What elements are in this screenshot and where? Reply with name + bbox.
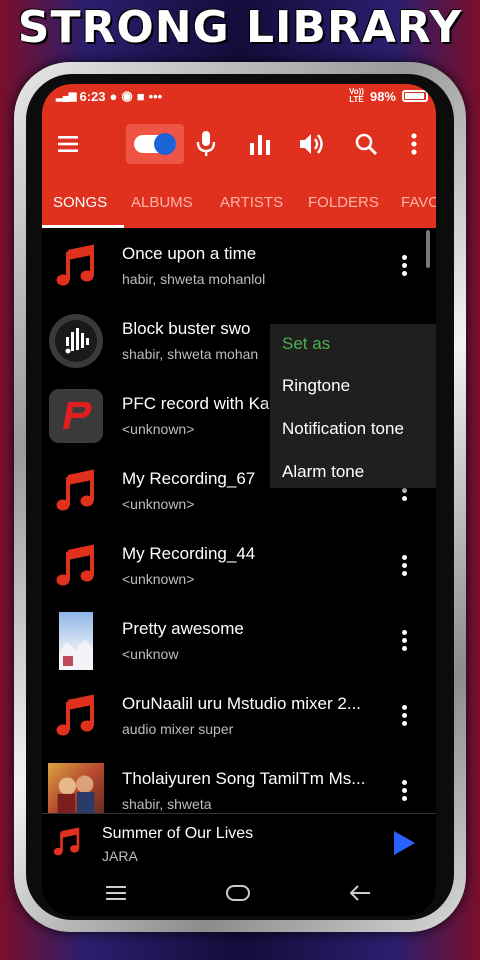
menu-icon[interactable]	[50, 126, 86, 162]
tab-folders[interactable]: FOLDERS	[308, 180, 379, 211]
toggle-switch[interactable]	[126, 124, 184, 164]
more-vert-icon[interactable]	[392, 250, 416, 280]
song-artist: habir, shweta mohanlol	[122, 271, 266, 287]
tab-songs[interactable]: SONGS	[53, 180, 107, 211]
song-artist: shabir, shweta	[122, 796, 212, 812]
song-list[interactable]: Once upon a time habir, shweta mohanlol …	[42, 228, 436, 813]
menu-item-notification-tone[interactable]: Notification tone	[282, 419, 404, 439]
audio-cut-icon	[48, 313, 104, 369]
battery-icon	[402, 90, 428, 102]
list-item[interactable]: My Recording_44 <unknown>	[42, 528, 436, 603]
search-icon[interactable]	[348, 126, 384, 162]
song-artist: <unknow	[122, 646, 179, 662]
more-notifications-icon: •••	[148, 88, 163, 104]
play-icon[interactable]	[392, 830, 416, 861]
album-art	[48, 763, 104, 813]
chat-icon: ●	[109, 88, 118, 104]
toggle-icon	[134, 133, 176, 155]
album-art	[48, 612, 104, 670]
notification-icon: ■	[136, 88, 145, 104]
menu-item-alarm-tone[interactable]: Alarm tone	[282, 462, 364, 482]
song-title: Pretty awesome	[122, 619, 244, 638]
back-icon[interactable]	[340, 879, 380, 907]
volume-icon[interactable]	[294, 126, 330, 162]
more-vert-icon[interactable]	[392, 550, 416, 580]
system-nav-bar	[42, 871, 436, 916]
list-scrollbar[interactable]	[426, 230, 430, 268]
song-title: Once upon a time	[122, 244, 257, 263]
song-artist: <unknown>	[122, 496, 195, 512]
banner-title: STRONG LIBRARY	[17, 2, 463, 53]
music-note-icon	[48, 463, 104, 519]
set-as-menu: Set as Ringtone Notification tone Alarm …	[270, 324, 436, 488]
music-note-icon	[48, 538, 104, 594]
network-indicator: Vo)) LTE	[349, 87, 364, 104]
more-vert-icon[interactable]	[392, 625, 416, 655]
home-icon[interactable]	[218, 879, 258, 907]
tab-favorites[interactable]: FAVO	[401, 180, 436, 211]
list-item[interactable]: Once upon a time habir, shweta mohanlol	[42, 228, 436, 303]
song-title: OruNaalil uru Mstudio mixer 2...	[122, 694, 362, 713]
status-time: 6:23	[79, 88, 106, 104]
now-playing-artist: JARA	[102, 848, 138, 864]
status-bar: ▂▄▆ 6:23 ● ◉ ■ ••• Vo)) LTE 98%	[42, 84, 436, 108]
tab-bar: SONGS ALBUMS ARTISTS FOLDERS FAVO	[42, 180, 436, 228]
tab-artists[interactable]: ARTISTS	[220, 180, 283, 211]
signal-icon: ▂▄▆	[56, 90, 76, 102]
app-toolbar	[42, 108, 436, 180]
mini-player[interactable]: Summer of Our Lives JARA	[42, 813, 436, 871]
more-vert-icon[interactable]	[396, 126, 432, 162]
more-vert-icon[interactable]	[392, 700, 416, 730]
music-note-icon	[48, 688, 104, 744]
battery-percent: 98%	[369, 88, 396, 104]
mic-icon[interactable]	[188, 126, 224, 162]
list-item[interactable]: Tholaiyuren Song TamilTm Ms... shabir, s…	[42, 753, 436, 813]
song-title: Tholaiyuren Song TamilTm Ms...	[122, 769, 366, 788]
equalizer-icon[interactable]	[242, 126, 278, 162]
app-logo-icon	[48, 388, 104, 444]
phone-screen: ▂▄▆ 6:23 ● ◉ ■ ••• Vo)) LTE 98% SONGS AL…	[42, 84, 436, 916]
menu-item-ringtone[interactable]: Ringtone	[282, 376, 350, 396]
now-playing-title: Summer of Our Lives	[102, 825, 254, 842]
list-item[interactable]: OruNaalil uru Mstudio mixer 2... audio m…	[42, 678, 436, 753]
menu-header: Set as	[282, 334, 331, 353]
song-artist: <unknown>	[122, 571, 195, 587]
song-title: My Recording_44	[122, 544, 256, 563]
song-artist: audio mixer super	[122, 721, 234, 737]
tab-albums[interactable]: ALBUMS	[131, 180, 193, 211]
music-note-icon	[52, 826, 82, 863]
more-vert-icon[interactable]	[392, 775, 416, 805]
recents-icon[interactable]	[96, 879, 136, 907]
music-note-icon	[48, 238, 104, 294]
location-icon: ◉	[121, 88, 133, 103]
list-item[interactable]: Pretty awesome <unknow	[42, 603, 436, 678]
